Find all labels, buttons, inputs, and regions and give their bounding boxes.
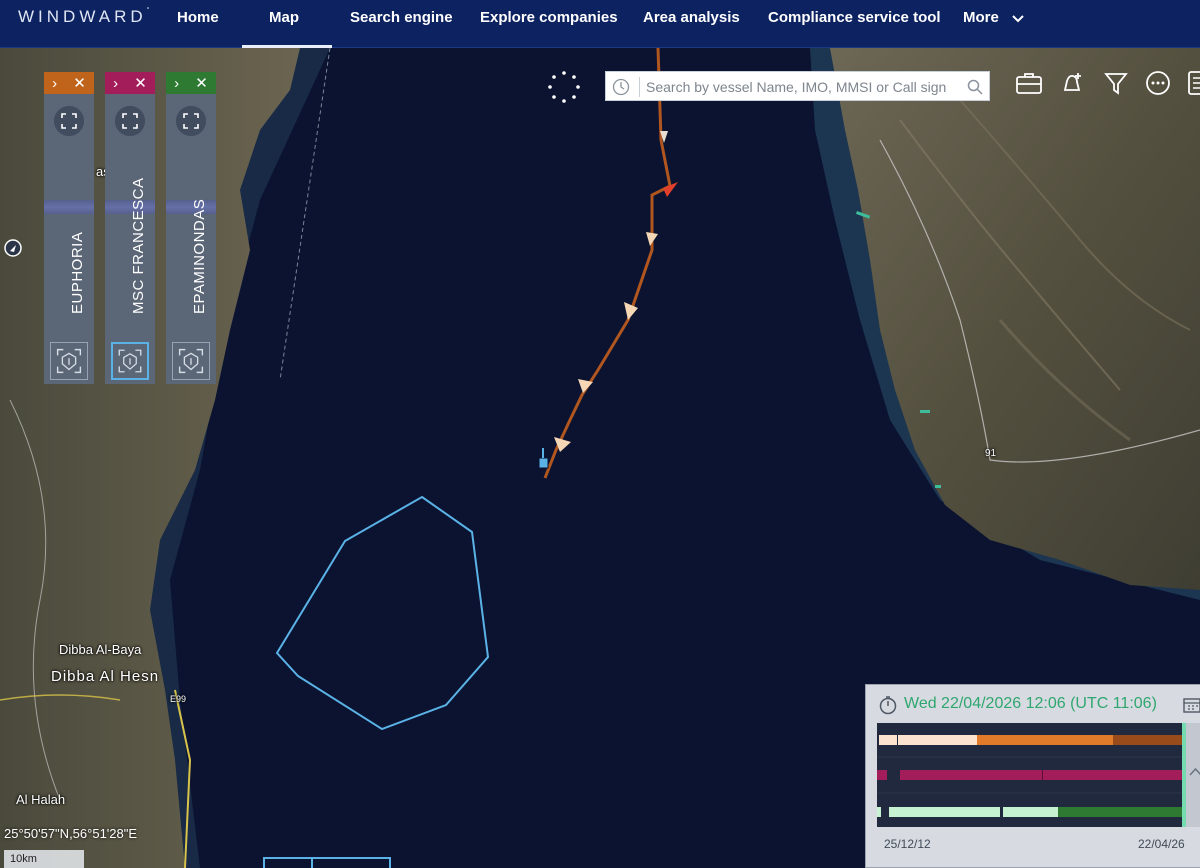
nav-map[interactable]: Map [269, 9, 299, 26]
vessel-card-euphoria[interactable]: › ✕ EUPHORIA [44, 72, 94, 384]
filter-icon[interactable] [1101, 68, 1131, 98]
more-options-icon[interactable] [1143, 68, 1173, 98]
list-icon[interactable] [1186, 68, 1200, 98]
alert-add-icon[interactable] [1057, 68, 1087, 98]
vessel-search-box [605, 71, 990, 101]
timeline-panel[interactable]: Wed 22/04/2026 12:06 (UTC 11:06) 25/12/1… [865, 684, 1200, 868]
place-label-dibba-al-hesn: Dibba Al Hesn [51, 668, 160, 685]
vessel-name-msc-francesca: MSC FRANCESCA [130, 177, 147, 314]
nav-compliance-service-tool[interactable]: Compliance service tool [768, 9, 941, 26]
timeline-current-time[interactable]: Wed 22/04/2026 12:06 (UTC 11:06) [904, 695, 1157, 713]
place-label-dibba-al-baya: Dibba Al-Baya [59, 642, 142, 657]
vessel-search-input[interactable] [646, 76, 961, 98]
search-separator [639, 77, 640, 97]
nav-explore-companies[interactable]: Explore companies [480, 9, 618, 26]
search-icon[interactable] [966, 78, 984, 96]
briefcase-icon[interactable] [1014, 68, 1044, 98]
vessel-card-msc-francesca[interactable]: › ✕ MSC FRANCESCA [105, 72, 155, 384]
nav-area-analysis[interactable]: Area analysis [643, 9, 740, 26]
nav-home[interactable]: Home [177, 9, 219, 26]
vessel-profile-icon[interactable] [50, 342, 88, 380]
timeline-bars[interactable] [877, 723, 1183, 827]
vessel-name-euphoria: EUPHORIA [69, 231, 86, 314]
vessel-profile-icon[interactable] [111, 342, 149, 380]
nav-more[interactable]: More [963, 9, 999, 26]
vessel-profile-icon[interactable] [172, 342, 210, 380]
chevron-up-icon[interactable] [1189, 767, 1200, 777]
timeline-end-label: 22/04/26 [1138, 837, 1185, 851]
timeline-collapse-column [1186, 723, 1200, 827]
stopwatch-icon [879, 696, 897, 715]
clock-icon[interactable] [612, 78, 630, 96]
timeline-start-label: 25/12/12 [884, 837, 931, 851]
timeline-tracks [877, 723, 1183, 827]
map-scale-bar: 10km [4, 850, 84, 868]
road-label-91: 91 [985, 448, 997, 459]
place-label-al-halah: Al Halah [16, 792, 66, 807]
loading-spinner-icon [548, 71, 580, 103]
nav-search-engine[interactable]: Search engine [350, 9, 453, 26]
windward-logo[interactable]: WINDWARD° [18, 7, 149, 27]
chevron-down-icon[interactable] [1011, 12, 1025, 26]
vessel-name-epaminondas: EPAMINONDAS [191, 198, 208, 314]
top-navigation-bar: WINDWARD° Home Map Search engine Explore… [0, 0, 1200, 48]
vessel-card-epaminondas[interactable]: › ✕ EPAMINONDAS [166, 72, 216, 384]
road-label-e99: E99 [170, 694, 187, 704]
cursor-coordinates: 25°50'57"N,56°51'28"E [4, 826, 138, 841]
calendar-icon[interactable] [1183, 697, 1200, 713]
